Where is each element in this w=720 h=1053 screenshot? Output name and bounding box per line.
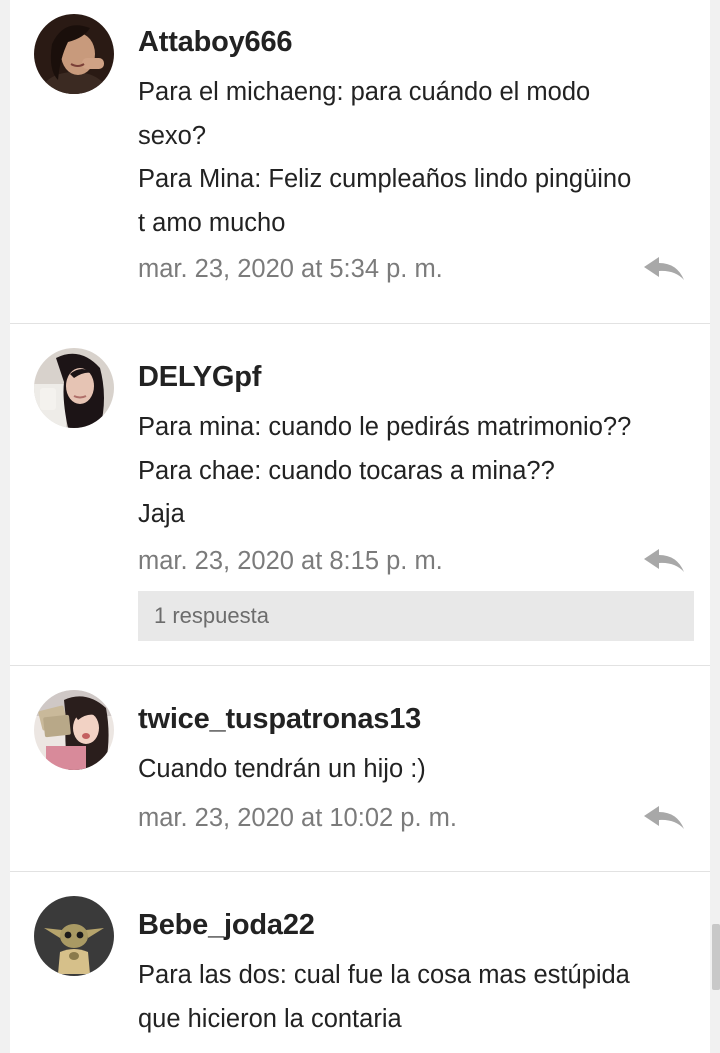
comment-line: que hicieron la contaria [138,1004,402,1033]
comment-text: Para las dos: cual fue la cosa mas estúp… [138,954,698,1041]
scrollbar-thumb[interactable] [712,924,720,990]
comment-line: sexo? [138,121,207,150]
comment-text: Cuando tendrán un hijo :) [138,748,698,792]
comment-username[interactable]: Bebe_joda22 [138,909,315,942]
user-avatar[interactable] [34,690,114,770]
user-avatar-photo [34,14,114,94]
comment-line: Para el michaeng: para cuándo el modo [138,78,591,106]
comment-line: Para chae: cuando tocaras a mina?? [138,456,555,485]
comment-line: Cuando tendrán un hijo :) [138,755,426,783]
comment-line: Para Mina: Feliz cumpleaños lindo pingüi… [138,165,632,193]
comment-username[interactable]: Attaboy666 [138,26,293,59]
user-avatar[interactable] [34,348,114,428]
user-avatar[interactable] [34,896,114,976]
comment-divider [10,871,710,872]
replies-count-label: 1 respuesta [154,603,269,628]
user-avatar[interactable] [34,14,114,94]
comment-text: Para mina: cuando le pedirás matrimonio?… [138,406,698,537]
comment-username[interactable]: twice_tuspatronas13 [138,703,421,736]
comments-feed: Attaboy666 Para el michaeng: para cuándo… [10,0,710,1053]
comment-line: Para las dos: cual fue la cosa mas estúp… [138,961,630,989]
view-replies-button[interactable]: 1 respuesta [138,591,694,641]
comment-line: Para mina: cuando le pedirás matrimonio?… [138,413,632,441]
comment-divider [10,323,710,324]
comment-line: t amo mucho [138,208,286,237]
comment-username[interactable]: DELYGpf [138,361,261,394]
reply-arrow-icon[interactable] [642,548,686,574]
comment-timestamp: mar. 23, 2020 at 10:02 p. m. [138,804,457,832]
user-avatar-photo [34,896,114,976]
comment-timestamp: mar. 23, 2020 at 8:15 p. m. [138,547,443,575]
comment-text: Para el michaeng: para cuándo el modo se… [138,71,698,245]
reply-arrow-icon[interactable] [642,256,686,282]
reply-arrow-icon[interactable] [642,805,686,831]
user-avatar-photo [34,690,114,770]
user-avatar-photo [34,348,114,428]
comment-timestamp: mar. 23, 2020 at 5:34 p. m. [138,255,443,283]
comment-line: Jaja [138,500,185,528]
comment-divider [10,665,710,666]
